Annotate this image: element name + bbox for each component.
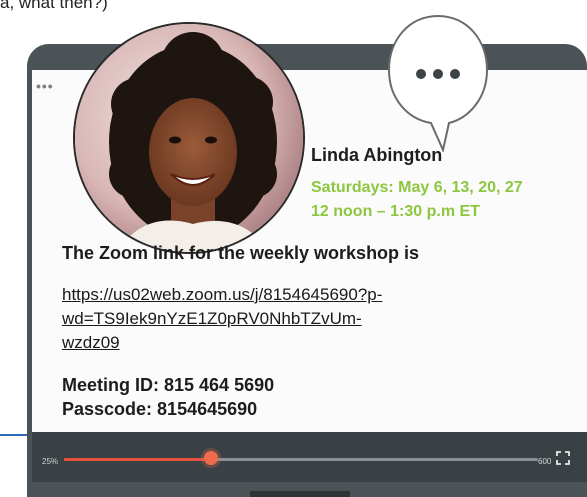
presenter-name: Linda Abington	[311, 145, 443, 165]
speech-bubble-icon	[387, 14, 489, 152]
meeting-details: Meeting ID: 815 464 5690 Passcode: 81546…	[62, 373, 274, 421]
monitor-stand	[250, 491, 350, 497]
fullscreen-icon[interactable]	[556, 451, 570, 465]
schedule-dates: Saturdays: May 6, 13, 20, 27	[311, 179, 523, 196]
presenter-photo	[73, 22, 305, 254]
zoom-link-line-3[interactable]: wzdz09	[62, 331, 532, 355]
elapsed-time: 25%	[42, 457, 59, 466]
zoom-heading: The Zoom link for the weekly workshop is	[62, 243, 420, 263]
zoom-link-line-2[interactable]: wd=TS9Iek9nYzE1Z0pRV0NhbTZvUm-	[62, 307, 532, 331]
progress-handle[interactable]	[203, 451, 218, 465]
zoom-link-line-1[interactable]: https://us02web.zoom.us/j/8154645690?p-	[62, 283, 532, 307]
header-text: a, what then?)	[0, 0, 108, 12]
duration-time: 600	[538, 457, 552, 466]
schedule-time: 12 noon – 1:30 p.m ET	[311, 203, 480, 220]
video-controls	[32, 432, 587, 482]
passcode: Passcode: 8154645690	[62, 399, 258, 419]
window-dots-icon: •••	[36, 78, 54, 94]
meeting-id: Meeting ID: 815 464 5690	[62, 375, 275, 395]
progress-fill	[64, 458, 211, 461]
progress-track[interactable]	[64, 458, 538, 461]
schedule: Saturdays: May 6, 13, 20, 27 12 noon – 1…	[311, 176, 523, 224]
zoom-link[interactable]: https://us02web.zoom.us/j/8154645690?p- …	[62, 283, 532, 355]
